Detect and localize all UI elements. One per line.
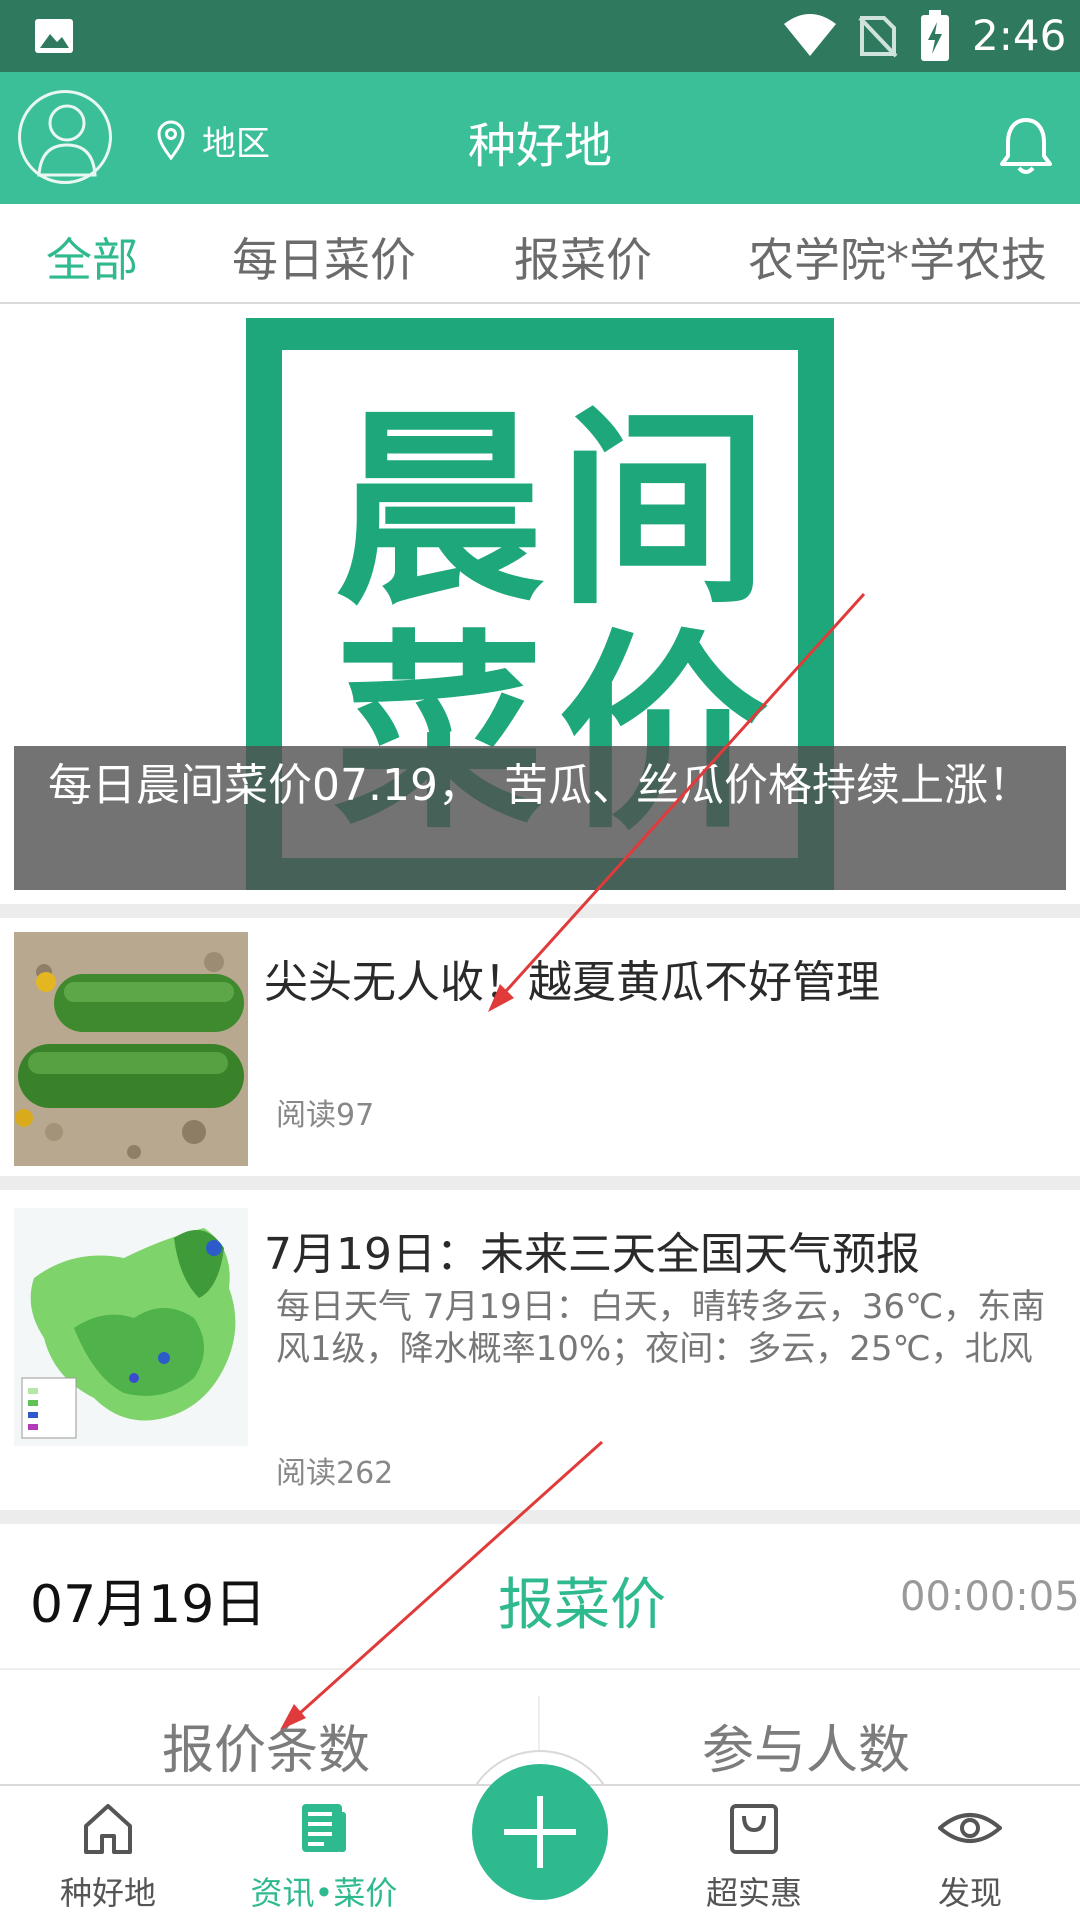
app-header: 地区 种好地 <box>0 72 1080 204</box>
tab-daily-prices[interactable]: 每日菜价 <box>232 224 416 290</box>
nav-news-prices[interactable]: 资讯•菜价 <box>234 1786 414 1920</box>
cucumber-thumbnail <box>14 932 248 1166</box>
no-sim-icon <box>858 16 898 58</box>
nav-deals[interactable]: 超实惠 <box>664 1786 844 1920</box>
logo-char: 间 <box>558 388 769 633</box>
status-bar: 2:46 <box>0 0 1080 72</box>
app-title: 种好地 <box>467 118 612 174</box>
wifi-icon <box>784 14 836 56</box>
section-divider <box>0 1510 1080 1524</box>
shopping-bag-icon <box>730 1804 778 1854</box>
notification-bell-icon[interactable] <box>998 116 1054 176</box>
news-item[interactable]: 7月19日：未来三天全国天气预报 每日天气 7月19日：白天，晴转多云，36℃，… <box>0 1190 1080 1510</box>
report-price-title[interactable]: 报菜价 <box>498 1560 666 1641</box>
nav-discover[interactable]: 发现 <box>880 1786 1060 1920</box>
news-title: 尖头无人收！越夏黄瓜不好管理 <box>264 957 880 1008</box>
eye-icon <box>938 1813 1002 1843</box>
news-description: 每日天气 7月19日：白天，晴转多云，36℃，东南风1级，降水概率10%；夜间：… <box>276 1287 1046 1369</box>
section-divider <box>0 904 1080 918</box>
weather-map-thumbnail <box>14 1208 248 1446</box>
participant-count-label: 参与人数 <box>702 1721 911 1781</box>
panel-date: 07月19日 <box>30 1575 267 1635</box>
logo-char: 晨 <box>334 388 545 633</box>
status-time: 2:46 <box>972 11 1067 60</box>
nav-home[interactable]: 种好地 <box>18 1786 198 1920</box>
countdown-timer: 00:00:05 <box>900 1574 1080 1620</box>
add-button[interactable] <box>472 1764 608 1900</box>
read-count: 阅读97 <box>276 1098 375 1133</box>
nav-label: 资讯•菜价 <box>250 1874 398 1912</box>
gallery-notification-icon <box>35 19 73 53</box>
home-icon <box>84 1804 132 1854</box>
battery-charging-icon <box>921 10 949 61</box>
nav-label: 种好地 <box>59 1874 156 1912</box>
read-count: 阅读262 <box>276 1456 394 1491</box>
news-item[interactable]: 尖头无人收！越夏黄瓜不好管理 阅读97 <box>0 918 1080 1176</box>
banner-carousel[interactable]: 晨 间 菜 价 每日晨间菜价07.19， 苦瓜、丝瓜价格持续上涨！ <box>14 318 1066 890</box>
tab-agri-academy[interactable]: 农学院*学农技 <box>748 224 1047 290</box>
panel-divider <box>0 1668 1080 1670</box>
quote-count-label: 报价条数 <box>162 1721 371 1781</box>
tab-report-price[interactable]: 报菜价 <box>514 224 652 290</box>
price-report-panel: 07月19日 报菜价 00:00:05 报价条数 参与人数 <box>0 1524 1080 1784</box>
nav-label: 超实惠 <box>705 1874 802 1912</box>
nav-label: 发现 <box>937 1874 1002 1912</box>
banner-caption: 每日晨间菜价07.19， 苦瓜、丝瓜价格持续上涨！ <box>14 746 1066 890</box>
plus-icon <box>504 1796 576 1868</box>
category-tabs: 全部 每日菜价 报菜价 农学院*学农技 <box>0 204 1080 304</box>
news-icon <box>302 1804 346 1852</box>
news-title: 7月19日：未来三天全国天气预报 <box>264 1229 920 1280</box>
tab-all[interactable]: 全部 <box>46 224 138 290</box>
section-divider <box>0 1176 1080 1190</box>
